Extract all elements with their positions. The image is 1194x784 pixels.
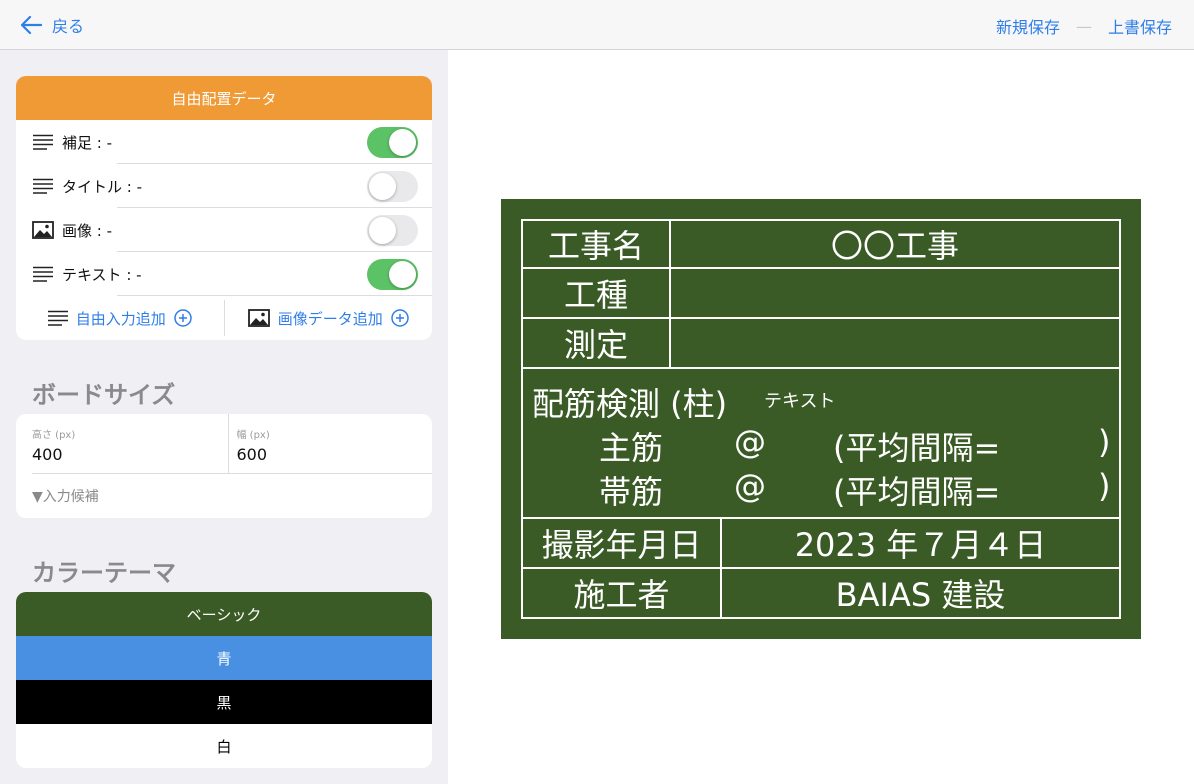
rebar-free-text: テキスト xyxy=(764,391,836,412)
height-field: 高さ (px) xyxy=(32,414,228,473)
width-field: 幅 (px) xyxy=(227,414,433,473)
main-bar-average: (平均間隔= xyxy=(833,429,1001,467)
theme-option-black[interactable]: 黒 xyxy=(16,680,432,724)
back-button[interactable]: 戻る xyxy=(20,12,84,38)
board-size-title: ボードサイズ xyxy=(32,381,176,409)
navigation-bar: 戻る 新規保存 — 上書保存 xyxy=(0,0,1194,50)
width-caption: 幅 (px) xyxy=(236,430,270,441)
free-data-row-text[interactable]: テキスト : - xyxy=(16,252,432,296)
main-bar-at: @ xyxy=(734,423,766,461)
plus-circle-icon xyxy=(391,309,409,327)
free-data-row-supplement[interactable]: 補足 : - xyxy=(16,120,432,164)
color-theme-title: カラーテーマ xyxy=(32,559,176,587)
rebar-inspection-title: 配筋検測 (柱) xyxy=(532,385,728,423)
free-data-row-title[interactable]: タイトル : - xyxy=(16,164,432,208)
free-data-label: 画像 : - xyxy=(62,221,113,240)
free-data-row-image[interactable]: 画像 : - xyxy=(16,208,432,252)
project-name-value[interactable]: 〇〇工事 xyxy=(669,219,1121,269)
builder-label: 施工者 xyxy=(521,567,722,619)
builder-value[interactable]: BAIAS 建設 xyxy=(720,567,1121,619)
hoop-bar-at: @ xyxy=(734,467,766,505)
theme-option-basic[interactable]: ベーシック xyxy=(16,592,432,636)
width-input[interactable] xyxy=(236,445,387,464)
add-free-input-button[interactable]: 自由入力追加 xyxy=(16,296,224,340)
photo-date-value[interactable]: 2023 年７月４日 xyxy=(720,517,1121,569)
toggle-knob xyxy=(369,217,396,244)
add-image-data-button[interactable]: 画像データ追加 xyxy=(225,296,433,340)
free-data-label: 補足 : - xyxy=(62,133,113,152)
back-label: 戻る xyxy=(52,17,85,36)
blackboard-preview: 工事名 〇〇工事 工種 測定 配筋検測 (柱) テキスト 主筋 @ (平均間隔=… xyxy=(501,199,1141,639)
image-toggle[interactable] xyxy=(367,215,418,246)
title-toggle[interactable] xyxy=(367,171,418,202)
toggle-knob xyxy=(369,173,396,200)
nav-separator: — xyxy=(1075,16,1092,36)
hoop-bar-close: ) xyxy=(1098,467,1111,505)
size-fields: 高さ (px) 幅 (px) xyxy=(32,414,432,474)
arrow-left-icon xyxy=(20,16,42,34)
board-size-card: 高さ (px) 幅 (px) ▼入力候補 xyxy=(16,414,432,518)
hoop-bar-average: (平均間隔= xyxy=(833,473,1001,511)
text-toggle[interactable] xyxy=(367,259,418,290)
project-name-label: 工事名 xyxy=(521,219,671,269)
supplement-toggle[interactable] xyxy=(367,127,418,158)
text-lines-icon xyxy=(32,132,54,152)
work-type-value[interactable] xyxy=(669,267,1121,319)
free-data-label: タイトル : - xyxy=(62,177,143,196)
main-bar-label: 主筋 xyxy=(599,429,664,467)
work-type-label: 工種 xyxy=(521,267,671,319)
height-input[interactable] xyxy=(32,445,182,464)
photo-date-label: 撮影年月日 xyxy=(521,517,722,569)
free-data-card: 自由配置データ 補足 : - タイトル : - 画像 : - テキスト: - … xyxy=(16,76,432,340)
measurement-label: 測定 xyxy=(521,317,671,369)
text-lines-icon xyxy=(32,176,54,196)
free-data-label: テキスト : - xyxy=(62,265,142,284)
settings-sidebar: 自由配置データ 補足 : - タイトル : - 画像 : - テキスト: - … xyxy=(0,50,448,784)
input-suggestions-toggle[interactable]: ▼入力候補 xyxy=(16,474,432,518)
image-icon xyxy=(247,309,270,327)
color-theme-card: ベーシック 青 黒 白 xyxy=(16,592,432,768)
toggle-knob xyxy=(389,261,416,288)
toggle-knob xyxy=(389,129,416,156)
add-image-data-label: 画像データ追加 xyxy=(277,309,383,328)
height-caption: 高さ (px) xyxy=(32,430,76,441)
free-data-header: 自由配置データ xyxy=(16,76,432,120)
theme-option-white[interactable]: 白 xyxy=(16,724,432,768)
save-new-button[interactable]: 新規保存 xyxy=(996,14,1060,38)
hoop-bar-label: 帯筋 xyxy=(599,473,664,511)
plus-circle-icon xyxy=(174,309,192,327)
image-icon xyxy=(32,220,54,240)
theme-option-blue[interactable]: 青 xyxy=(16,636,432,680)
text-lines-icon xyxy=(32,264,54,284)
add-free-input-label: 自由入力追加 xyxy=(75,309,166,328)
main-bar-close: ) xyxy=(1098,423,1111,461)
measurement-value[interactable] xyxy=(669,317,1121,369)
overwrite-save-button[interactable]: 上書保存 xyxy=(1108,14,1172,38)
add-actions-row: 自由入力追加 画像データ追加 xyxy=(16,296,432,340)
text-lines-icon xyxy=(47,310,68,326)
nav-actions: 新規保存 — 上書保存 xyxy=(996,14,1172,38)
